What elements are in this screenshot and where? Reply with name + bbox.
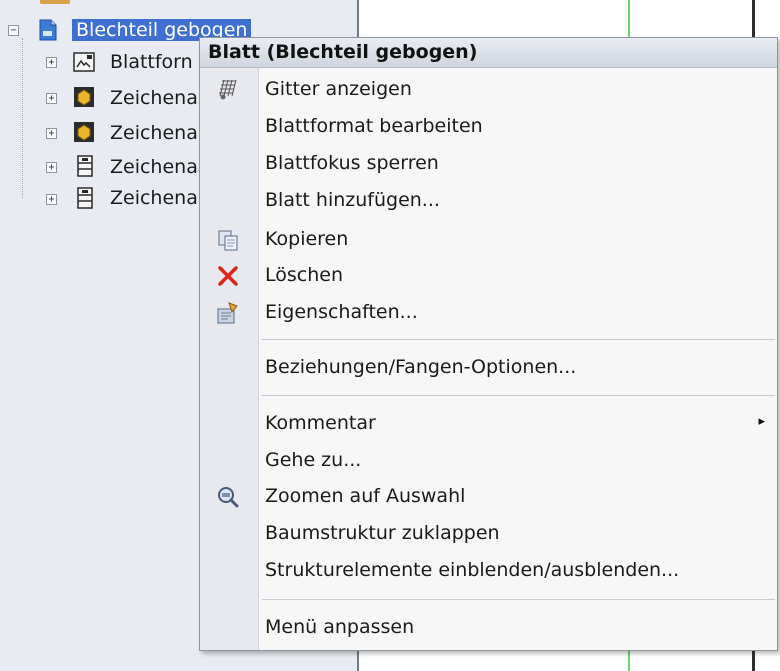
tree-item-zeichenansicht-3[interactable]: Zeichena (110, 153, 198, 181)
tree-item-label: Zeichena (110, 156, 198, 178)
menu-item-label: Gitter anzeigen (265, 78, 412, 100)
expand-toggle[interactable]: + (46, 93, 57, 104)
partial-folder-icon (40, 0, 70, 4)
menu-item-blattfokus-sperren[interactable]: Blattfokus sperren (200, 146, 777, 182)
tree-item-label: Zeichena (110, 187, 198, 209)
menu-title: Blatt (Blechteil gebogen) (208, 41, 478, 63)
tree-item-label: Zeichena (110, 87, 198, 109)
menu-item-label: Menü anpassen (265, 616, 415, 638)
expand-toggle[interactable]: + (46, 162, 57, 173)
menu-item-label: Eigenschaften... (265, 301, 418, 323)
context-menu: Blatt (Blechteil gebogen) Gitter anzeige… (199, 37, 778, 651)
menu-item-strukturelemente-einblenden[interactable]: Strukturelemente einblenden/ausblenden..… (200, 553, 777, 589)
menu-item-label: Beziehungen/Fangen-Optionen... (265, 356, 577, 378)
menu-item-kopieren[interactable]: Kopieren (200, 222, 777, 258)
menu-item-label: Kommentar (265, 412, 376, 434)
menu-item-label: Löschen (265, 264, 343, 286)
section-view-icon (75, 187, 97, 209)
menu-item-label: Gehe zu... (265, 449, 362, 471)
delete-icon (216, 264, 240, 288)
tree-item-label: Blattforn (110, 51, 193, 73)
tree-item-blattformat[interactable]: Blattforn (110, 48, 193, 76)
menu-title-bar: Blatt (Blechteil gebogen) (200, 38, 777, 68)
menu-separator (262, 395, 775, 396)
menu-item-label: Blattfokus sperren (265, 152, 439, 174)
menu-item-label: Strukturelemente einblenden/ausblenden..… (265, 559, 680, 581)
tree-connector-line (22, 38, 23, 198)
grid-icon (216, 78, 240, 102)
menu-item-blattformat-bearbeiten[interactable]: Blattformat bearbeiten (200, 109, 777, 145)
menu-item-label: Zoomen auf Auswahl (265, 485, 466, 507)
properties-icon (216, 301, 240, 325)
tree-item-zeichenansicht-2[interactable]: Zeichena (110, 119, 198, 147)
menu-item-beziehungen-fangen-optionen[interactable]: Beziehungen/Fangen-Optionen... (200, 350, 777, 386)
collapse-toggle[interactable]: − (8, 25, 19, 36)
tree-item-zeichenansicht-4[interactable]: Zeichena (110, 184, 198, 212)
drawing-view-icon (73, 86, 95, 108)
menu-item-label: Baumstruktur zuklappen (265, 522, 500, 544)
menu-separator (262, 599, 775, 600)
tree-item-label: Zeichena (110, 122, 198, 144)
copy-icon (216, 228, 240, 252)
menu-item-gitter-anzeigen[interactable]: Gitter anzeigen (200, 72, 777, 108)
expand-toggle[interactable]: + (46, 128, 57, 139)
sheet-format-icon (73, 51, 95, 73)
menu-item-label: Blatt hinzufügen... (265, 189, 440, 211)
menu-item-menue-anpassen[interactable]: Menü anpassen (200, 610, 777, 646)
menu-item-label: Kopieren (265, 228, 349, 250)
menu-item-kommentar[interactable]: Kommentar ▸ (200, 406, 777, 442)
submenu-arrow-icon: ▸ (758, 414, 765, 429)
expand-toggle[interactable]: + (46, 57, 57, 68)
menu-item-baumstruktur-zuklappen[interactable]: Baumstruktur zuklappen (200, 516, 777, 552)
menu-item-loeschen[interactable]: Löschen (200, 258, 777, 294)
sheet-icon (37, 19, 59, 41)
menu-item-label: Blattformat bearbeiten (265, 115, 483, 137)
menu-item-zoomen-auf-auswahl[interactable]: Zoomen auf Auswahl (200, 479, 777, 515)
menu-item-eigenschaften[interactable]: Eigenschaften... (200, 295, 777, 331)
zoom-icon (216, 485, 240, 509)
expand-toggle[interactable]: + (46, 194, 57, 205)
drawing-view-icon (73, 121, 95, 143)
section-view-icon (75, 155, 97, 177)
menu-item-gehe-zu[interactable]: Gehe zu... (200, 443, 777, 479)
menu-separator (262, 339, 775, 340)
menu-item-blatt-hinzufuegen[interactable]: Blatt hinzufügen... (200, 183, 777, 219)
tree-item-zeichenansicht-1[interactable]: Zeichena (110, 84, 198, 112)
